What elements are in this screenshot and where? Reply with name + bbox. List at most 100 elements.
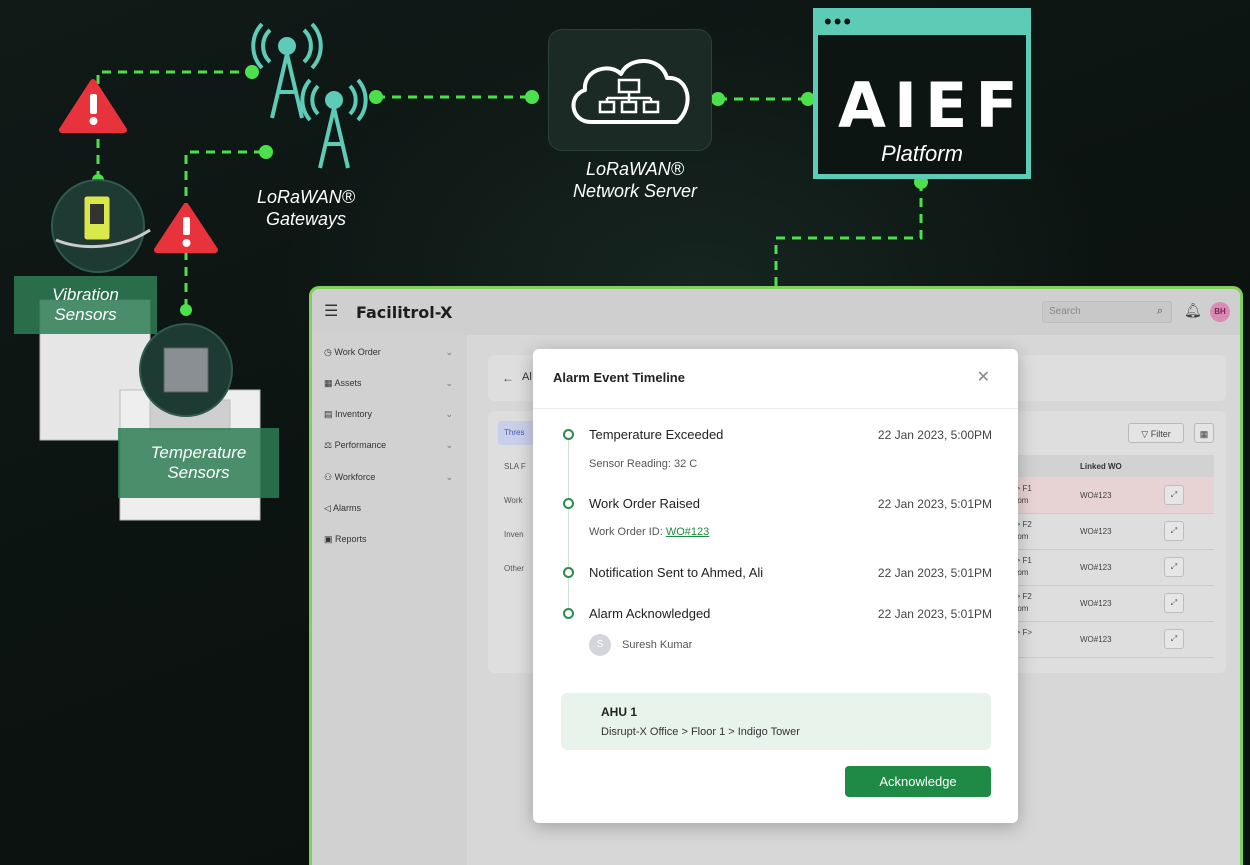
linked-wo-cell[interactable]: WO#123 (1080, 635, 1112, 644)
work-order-link[interactable]: WO#123 (666, 526, 709, 538)
search-input[interactable]: Search ⌕ (1042, 301, 1172, 323)
linked-wo-cell[interactable]: WO#123 (1080, 599, 1112, 608)
link-node (525, 90, 539, 104)
timeline-dot (563, 608, 574, 619)
warning-icon (59, 79, 127, 133)
search-placeholder: Search (1049, 306, 1081, 317)
filter-icon: ▽ (1141, 429, 1151, 439)
table-row[interactable]: ower > F1ng Room WO#123 ⤢ (988, 477, 1214, 514)
temperature-label-line2: Sensors (167, 463, 230, 482)
event-title: Notification Sent to Ahmed, Ali (589, 565, 764, 580)
gateway-tower-icon-2 (300, 78, 368, 169)
event-title: Work Order Raised (589, 496, 701, 511)
chevron-down-icon: ⌄ (445, 378, 453, 388)
chart-icon: ⚖ (324, 440, 335, 450)
people-icon: ⚇ (324, 472, 335, 482)
acknowledged-by-name: Suresh Kumar (622, 639, 693, 651)
asset-card: AHU 1 Disrupt-X Office > Floor 1 > Indig… (561, 693, 991, 750)
alarm-timeline-modal: Alarm Event Timeline ✕ Temperature Excee… (533, 349, 1018, 823)
modal-title: Alarm Event Timeline (553, 370, 685, 385)
sidebar-item-inventory[interactable]: ▤ Inventory ⌄ (324, 409, 459, 420)
filter-button[interactable]: ▽ Filter (1128, 423, 1184, 443)
linked-wo-cell[interactable]: WO#123 (1080, 491, 1112, 500)
event-title: Temperature Exceeded (589, 427, 724, 442)
sidebar-item-label: Reports (335, 534, 367, 544)
sidebar-item-label: Performance (334, 440, 387, 450)
sidebar-item-alarms[interactable]: ◁ Alarms (324, 503, 459, 514)
grid-icon: ▦ (324, 378, 335, 388)
event-time: 22 Jan 2023, 5:01PM (877, 566, 992, 580)
user-avatar[interactable]: BH (1210, 302, 1230, 322)
vibration-sensors-tag: Vibration Sensors (14, 276, 157, 334)
hamburger-menu-icon[interactable]: ☰ (324, 301, 338, 321)
network-server-label: LoRaWAN® Network Server (545, 158, 725, 202)
expand-icon[interactable]: ⤢ (1164, 593, 1184, 613)
table-row[interactable]: ower > F1ng Room WO#123 ⤢ (988, 549, 1214, 586)
linked-wo-cell[interactable]: WO#123 (1080, 563, 1112, 572)
alarm-icon: ◁ (324, 503, 333, 513)
expand-icon[interactable]: ⤢ (1164, 485, 1184, 505)
vibration-label-line1: Vibration (52, 285, 119, 304)
timeline-line (568, 437, 569, 615)
close-icon[interactable]: ✕ (977, 367, 990, 387)
platform-window-bar: ••• (818, 9, 1026, 35)
table-row[interactable]: ower > F>Room WO#123 ⤢ (988, 621, 1214, 658)
report-icon: ▣ (324, 534, 336, 544)
back-arrow-icon[interactable]: ← (502, 371, 514, 385)
sidebar-item-workforce[interactable]: ⚇ Workforce ⌄ (324, 472, 459, 483)
sidebar-item-label: Inventory (335, 409, 373, 419)
timeline-dot (563, 567, 574, 578)
work-order-id-label: Work Order ID: (589, 526, 666, 538)
expand-icon[interactable]: ⤢ (1164, 521, 1184, 541)
app-logo: Facilitrol-X (356, 303, 453, 322)
platform-label: Platform (881, 141, 963, 166)
search-icon[interactable]: ⌕ (1157, 305, 1163, 318)
warning-icon-2 (154, 203, 218, 253)
column-settings-button[interactable]: ▦ (1194, 423, 1214, 443)
link-node (259, 145, 273, 159)
chevron-down-icon: ⌄ (445, 409, 453, 419)
page-title: Al (522, 371, 532, 383)
expand-icon[interactable]: ⤢ (1164, 629, 1184, 649)
sidebar-item-work-order[interactable]: ◷ Work Order ⌄ (324, 347, 459, 358)
gateways-label-line1: LoRaWAN® (257, 187, 355, 207)
timeline-dot (563, 498, 574, 509)
clipboard-icon: ◷ (324, 347, 335, 357)
sidebar-item-reports[interactable]: ▣ Reports (324, 534, 459, 545)
box-icon: ▤ (324, 409, 336, 419)
bell-icon[interactable]: 🔔︎ (1184, 302, 1202, 319)
gateways-label: LoRaWAN® Gateways (236, 186, 376, 230)
event-detail: Sensor Reading: 32 C (589, 458, 698, 470)
sidebar-item-assets[interactable]: ▦ Assets ⌄ (324, 378, 459, 389)
link-node (245, 65, 259, 79)
cloud-network-icon (571, 59, 690, 124)
chevron-down-icon: ⌄ (445, 440, 453, 450)
temperature-sensor-image (139, 323, 233, 417)
network-server-label-line1: LoRaWAN® (586, 159, 684, 179)
timeline-dot (563, 429, 574, 440)
expand-icon[interactable]: ⤢ (1164, 557, 1184, 577)
linked-wo-header: Linked WO (1080, 462, 1122, 471)
table-row[interactable]: ower > F2ng Room WO#123 ⤢ (988, 585, 1214, 622)
link-node (711, 92, 725, 106)
temperature-sensors-tag: Temperature Sensors (118, 428, 279, 498)
event-time: 22 Jan 2023, 5:01PM (877, 607, 992, 621)
platform-node: ••• AIEF Platform (813, 8, 1031, 179)
sidebar: ◷ Work Order ⌄ ▦ Assets ⌄ ▤ Inventory ⌄ … (312, 335, 467, 865)
sidebar-item-label: Assets (334, 378, 362, 388)
network-server-node (548, 29, 712, 151)
linked-wo-cell[interactable]: WO#123 (1080, 527, 1112, 536)
sidebar-item-label: Workforce (334, 472, 376, 482)
chevron-down-icon: ⌄ (445, 347, 453, 357)
platform-logo: AIEF (838, 69, 1026, 142)
link-platform-app (774, 182, 923, 288)
table-row[interactable]: ower > F2ng Room WO#123 ⤢ (988, 513, 1214, 550)
acknowledge-button[interactable]: Acknowledge (845, 766, 991, 797)
vibration-sensor-image (51, 179, 151, 273)
window-dots: ••• (824, 9, 854, 34)
user-avatar: S (589, 634, 611, 656)
sidebar-item-label: Work Order (334, 347, 381, 357)
chevron-down-icon: ⌄ (445, 472, 453, 482)
sidebar-item-performance[interactable]: ⚖ Performance ⌄ (324, 440, 459, 451)
link-node (369, 90, 383, 104)
